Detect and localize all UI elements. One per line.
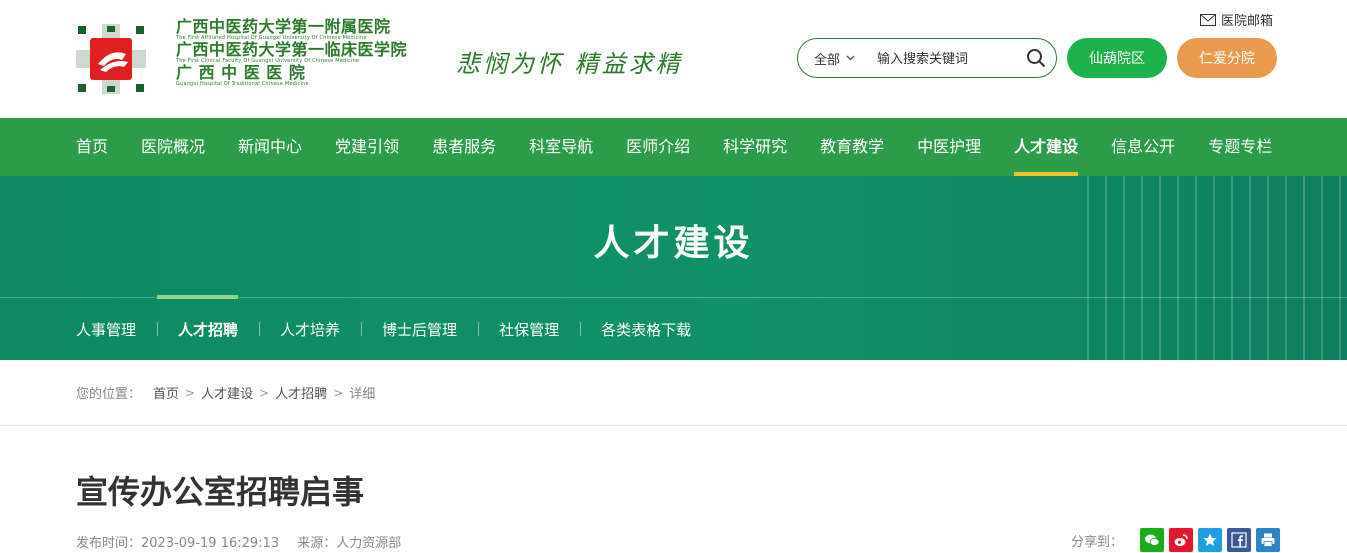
breadcrumb-home[interactable]: 首页 bbox=[153, 383, 179, 402]
source-value: 人力资源部 bbox=[336, 536, 402, 551]
breadcrumb: 您的位置： 首页 > 人才建设 > 人才招聘 > 详细 bbox=[0, 360, 1347, 426]
search-icon[interactable] bbox=[1026, 48, 1046, 68]
mail-label: 医院邮箱 bbox=[1221, 14, 1274, 29]
subnav-recruitment[interactable]: 人才招聘 bbox=[157, 294, 259, 340]
publish-time: 发布时间：2023-09-19 16:29:13 bbox=[76, 536, 279, 551]
mail-icon bbox=[1200, 13, 1216, 26]
logo-name-cn-1: 广西中医药大学第一附属医院 bbox=[176, 17, 391, 36]
logo-text: 广西中医药大学第一附属医院 The First Affiliated Hospi… bbox=[176, 18, 426, 87]
chevron-right-icon: > bbox=[259, 385, 270, 400]
renai-branch-button[interactable]: 仁爱分院 bbox=[1177, 38, 1277, 78]
section-title: 人才建设 bbox=[593, 223, 754, 264]
wechat-icon[interactable] bbox=[1140, 528, 1165, 552]
hospital-logo[interactable] bbox=[76, 24, 146, 94]
nav-item-doctors[interactable]: 医师介绍 bbox=[626, 118, 690, 176]
nav-item-departments[interactable]: 科室导航 bbox=[529, 118, 593, 176]
breadcrumb-detail: 详细 bbox=[349, 387, 376, 402]
nav-item-patient-service[interactable]: 患者服务 bbox=[432, 118, 496, 176]
section-banner: 人才建设 人事管理 人才招聘 人才培养 博士后管理 社保管理 各类表格下载 bbox=[0, 176, 1347, 360]
article-meta: 发布时间：2023-09-19 16:29:13 来源：人力资源部 bbox=[76, 532, 415, 551]
nav-item-special[interactable]: 专题专栏 bbox=[1208, 118, 1272, 176]
logo-name-cn-2: 广西中医药大学第一临床医学院 bbox=[176, 40, 408, 59]
nav-item-tcm-nursing[interactable]: 中医护理 bbox=[917, 118, 981, 176]
nav-item-talent[interactable]: 人才建设 bbox=[1014, 118, 1079, 176]
banner-decoration bbox=[1087, 176, 1347, 360]
search-scope-select[interactable]: 全部 bbox=[814, 49, 855, 68]
nav-item-party[interactable]: 党建引领 bbox=[335, 118, 399, 176]
share-bar: 分享到： bbox=[1071, 528, 1281, 552]
article-title: 宣传办公室招聘启事 bbox=[76, 473, 365, 511]
search-box: 全部 bbox=[797, 38, 1057, 78]
search-input[interactable] bbox=[877, 50, 1018, 66]
subnav-training[interactable]: 人才培养 bbox=[259, 319, 361, 340]
chevron-right-icon: > bbox=[185, 385, 196, 400]
hospital-motto: 悲悯为怀 精益求精 bbox=[456, 50, 683, 78]
logo-name-cn-3: 广 西 中 医 医 院 bbox=[176, 63, 306, 82]
subnav-social-security[interactable]: 社保管理 bbox=[478, 319, 580, 340]
subnav-forms-download[interactable]: 各类表格下载 bbox=[580, 319, 712, 340]
source-label: 来源： bbox=[297, 536, 337, 551]
logo-name-en-3: Guangxi Hospital Of Traditional Chinese … bbox=[176, 81, 309, 87]
breadcrumb-talent[interactable]: 人才建设 bbox=[201, 383, 253, 402]
sub-nav: 人事管理 人才招聘 人才培养 博士后管理 社保管理 各类表格下载 bbox=[76, 294, 712, 360]
breadcrumb-recruitment[interactable]: 人才招聘 bbox=[275, 383, 327, 402]
xianhu-campus-button[interactable]: 仙葫院区 bbox=[1067, 38, 1167, 78]
main-nav: 首页 医院概况 新闻中心 党建引领 患者服务 科室导航 医师介绍 科学研究 教育… bbox=[0, 118, 1347, 176]
qzone-icon[interactable] bbox=[1198, 528, 1223, 552]
nav-item-disclosure[interactable]: 信息公开 bbox=[1111, 118, 1175, 176]
breadcrumb-label: 您的位置： bbox=[76, 387, 142, 402]
nav-item-education[interactable]: 教育教学 bbox=[820, 118, 884, 176]
nav-item-news[interactable]: 新闻中心 bbox=[238, 118, 302, 176]
subnav-personnel[interactable]: 人事管理 bbox=[76, 319, 157, 340]
nav-item-overview[interactable]: 医院概况 bbox=[141, 118, 205, 176]
chevron-right-icon: > bbox=[333, 385, 344, 400]
publish-time-label: 发布时间： bbox=[76, 536, 142, 551]
publish-time-value: 2023-09-19 16:29:13 bbox=[141, 536, 280, 551]
chevron-down-icon bbox=[846, 55, 855, 61]
mail-link[interactable]: 医院邮箱 bbox=[1200, 10, 1273, 29]
search-scope-label: 全部 bbox=[814, 52, 841, 68]
share-label: 分享到： bbox=[1071, 534, 1124, 550]
weibo-icon[interactable] bbox=[1169, 528, 1194, 552]
header: 广西中医药大学第一附属医院 The First Affiliated Hospi… bbox=[0, 0, 1347, 118]
nav-item-research[interactable]: 科学研究 bbox=[723, 118, 787, 176]
article-source: 来源：人力资源部 bbox=[297, 536, 401, 551]
subnav-postdoc[interactable]: 博士后管理 bbox=[361, 319, 478, 340]
facebook-icon[interactable] bbox=[1227, 528, 1252, 552]
print-icon[interactable] bbox=[1256, 528, 1281, 552]
nav-item-home[interactable]: 首页 bbox=[76, 118, 108, 176]
